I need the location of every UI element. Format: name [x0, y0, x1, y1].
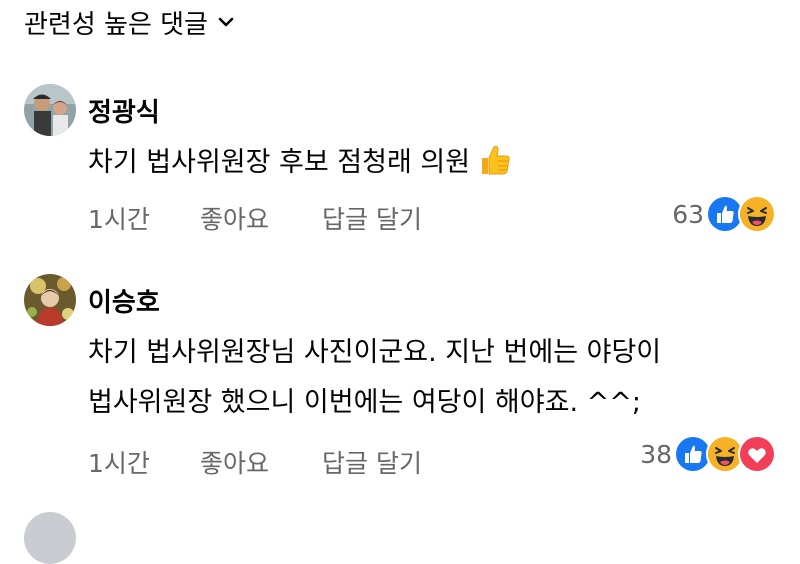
like-button[interactable]: 좋아요	[200, 444, 322, 480]
comment-sort-dropdown[interactable]: 관련성 높은 댓글	[24, 4, 236, 40]
love-reaction-icon	[738, 435, 776, 473]
comment-text: 차기 법사위원장님 사진이군요. 지난 번에는 야당이 법사위원장 했으니 이번…	[88, 328, 778, 428]
haha-reaction-icon	[738, 195, 776, 233]
comment-text-line: 차기 법사위원장 후보 점청래 의원	[88, 147, 471, 178]
comment-author[interactable]: 정광식	[88, 92, 160, 129]
comment-timestamp[interactable]: 1시간	[88, 444, 200, 480]
avatar[interactable]	[24, 274, 76, 326]
reaction-count: 38	[640, 439, 672, 469]
comment-text-line: 차기 법사위원장님 사진이군요. 지난 번에는 야당이	[88, 337, 662, 368]
reply-button[interactable]: 답글 달기	[322, 200, 422, 236]
chevron-down-icon	[218, 17, 234, 27]
thumbs-up-emoji-icon	[478, 143, 512, 177]
comment-author[interactable]: 이승호	[88, 282, 160, 319]
reply-button[interactable]: 답글 달기	[322, 444, 422, 480]
reaction-count: 63	[672, 199, 704, 229]
avatar[interactable]	[24, 512, 76, 564]
reaction-summary[interactable]: 63	[672, 195, 776, 233]
comment-actions: 1시간 좋아요 답글 달기	[88, 200, 422, 236]
like-button[interactable]: 좋아요	[200, 200, 322, 236]
comment-text: 차기 법사위원장 후보 점청래 의원	[88, 138, 778, 188]
reaction-summary[interactable]: 38	[640, 435, 776, 473]
comment-timestamp[interactable]: 1시간	[88, 200, 200, 236]
comment-actions: 1시간 좋아요 답글 달기	[88, 444, 422, 480]
comment-text-line: 법사위원장 했으니 이번에는 여당이 해야죠. ^^;	[88, 387, 641, 418]
sort-label: 관련성 높은 댓글	[24, 9, 208, 40]
avatar[interactable]	[24, 84, 76, 136]
